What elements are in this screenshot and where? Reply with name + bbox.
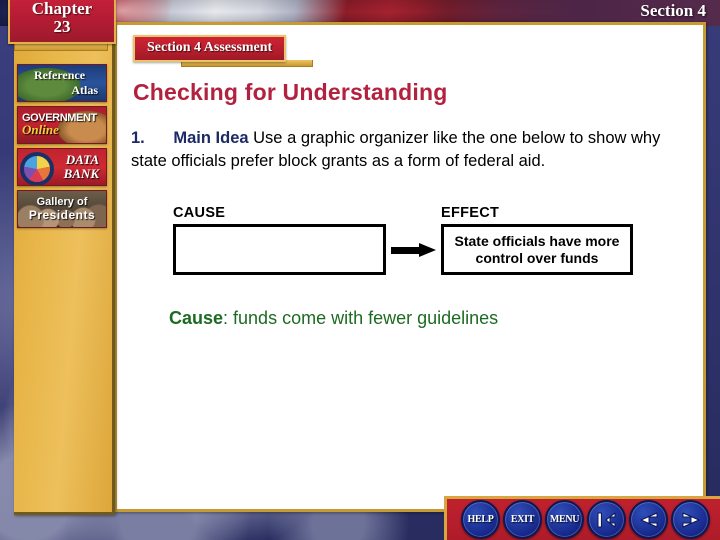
data-bank-label-line1: DATA <box>65 152 99 167</box>
page-title: Checking for Understanding <box>133 79 448 105</box>
reference-atlas-label-line1: Reference <box>34 68 86 82</box>
reference-atlas-label-line2: Atlas <box>71 83 98 97</box>
arrow-right-icon <box>391 243 437 257</box>
cause-box <box>173 224 386 275</box>
question-number: 1. <box>131 129 145 147</box>
effect-box: State officials have more control over f… <box>441 224 633 275</box>
content-panel: Section 4 Assessment Checking for Unders… <box>114 22 706 512</box>
cause-effect-organizer: CAUSE EFFECT State officials have more c… <box>173 205 633 281</box>
help-label: HELP <box>467 514 494 525</box>
question-lead: Main Idea <box>173 129 249 147</box>
back-arrow-icon <box>640 512 657 527</box>
chapter-word: Chapter <box>31 0 93 18</box>
chapter-number: 23 <box>53 17 71 36</box>
chapter-banner: Chapter 23 <box>8 0 116 44</box>
data-bank-label-line2: BANK <box>63 166 99 181</box>
forward-arrow-icon <box>682 512 699 527</box>
sidebar-item-government-online[interactable]: GOVERNMENT Online <box>17 106 107 144</box>
cause-label: CAUSE <box>173 205 226 221</box>
slide-root: Chapter 23 Section 4 Reference Atlas GOV… <box>0 0 720 540</box>
menu-label: MENU <box>549 514 580 525</box>
sidebar-item-gallery-of-presidents[interactable]: Gallery of Presidents <box>17 190 107 228</box>
gallery-of-presidents-caption: Gallery of Presidents <box>18 191 106 227</box>
answer-body: : funds come with fewer guidelines <box>223 308 499 328</box>
reference-atlas-caption: Reference Atlas <box>18 65 106 101</box>
exit-label: EXIT <box>510 514 535 525</box>
forward-button[interactable] <box>671 500 710 539</box>
question-block: 1. Main Idea Use a graphic organizer lik… <box>131 127 691 173</box>
data-bank-caption: DATA BANK <box>18 149 106 185</box>
first-page-button[interactable] <box>587 500 626 539</box>
section-label: Section 4 <box>640 1 706 20</box>
navigation-bar: HELP EXIT MENU <box>444 496 720 540</box>
back-button[interactable] <box>629 500 668 539</box>
help-button[interactable]: HELP <box>461 500 500 539</box>
sidebar-item-data-bank[interactable]: DATA BANK <box>17 148 107 186</box>
first-page-arrow-icon <box>597 512 615 527</box>
gallery-label-line2: Presidents <box>28 208 96 222</box>
answer-label: Cause <box>169 308 224 328</box>
menu-button[interactable]: MENU <box>545 500 584 539</box>
answer-text: Cause: funds come with fewer guidelines <box>169 308 498 329</box>
exit-button[interactable]: EXIT <box>503 500 542 539</box>
sidebar: Reference Atlas GOVERNMENT Online DATA B… <box>14 22 115 515</box>
sidebar-item-reference-atlas[interactable]: Reference Atlas <box>17 64 107 102</box>
assessment-ribbon: Section 4 Assessment <box>133 35 287 62</box>
government-online-label-line2: Online <box>22 122 59 137</box>
gallery-label-line1: Gallery of <box>36 196 88 208</box>
effect-label: EFFECT <box>441 205 500 221</box>
government-online-caption: GOVERNMENT Online <box>18 107 106 143</box>
